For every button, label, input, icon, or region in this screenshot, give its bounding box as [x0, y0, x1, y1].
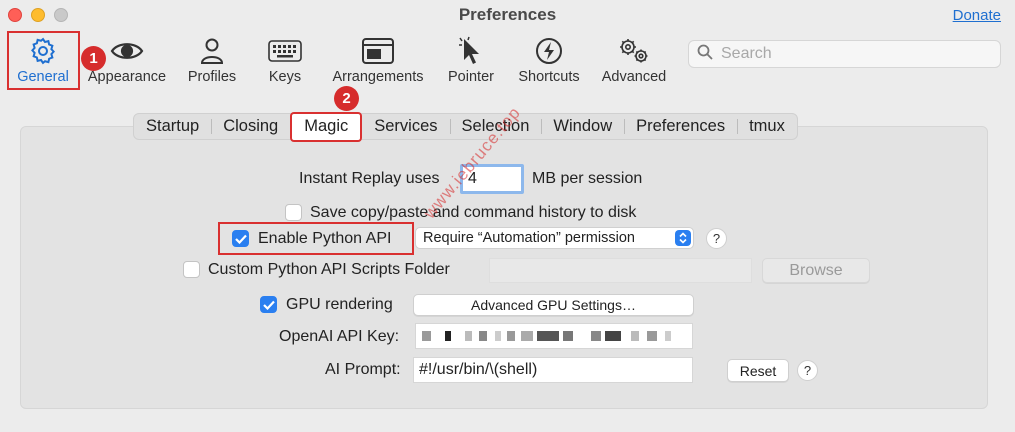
annotation-badge-2: 2: [334, 86, 359, 111]
toolbar-shortcuts[interactable]: Shortcuts: [514, 36, 584, 92]
python-api-help-button[interactable]: ?: [706, 228, 727, 249]
save-history-label: Save copy/paste and command history to d…: [310, 204, 637, 221]
tab-window[interactable]: Window: [541, 113, 624, 140]
toolbar-profiles[interactable]: Profiles: [183, 36, 241, 92]
save-history-checkbox[interactable]: [285, 204, 302, 221]
ai-prompt-label: AI Prompt:: [325, 361, 401, 378]
preference-tabs: Startup Closing Magic Services Selection…: [133, 111, 798, 142]
python-api-label: Enable Python API: [258, 230, 392, 247]
window-icon: [361, 36, 395, 66]
ai-prompt-input[interactable]: #!/usr/bin/\(shell): [413, 357, 693, 383]
toolbar-label: Shortcuts: [518, 69, 580, 85]
tab-closing[interactable]: Closing: [211, 113, 290, 140]
person-icon: [199, 36, 225, 66]
toolbar-advanced[interactable]: Advanced: [598, 36, 670, 92]
checkmark-icon: [234, 234, 247, 244]
chevron-up-down-icon: [675, 230, 691, 246]
keyboard-icon: [268, 36, 302, 66]
toolbar-label: Advanced: [601, 69, 667, 85]
tab-startup[interactable]: Startup: [134, 113, 211, 140]
donate-link[interactable]: Donate: [953, 7, 1001, 24]
openai-api-key-label: OpenAI API Key:: [279, 328, 400, 345]
reset-button[interactable]: Reset: [727, 359, 789, 382]
pointer-icon: [457, 36, 485, 66]
lightning-icon: [535, 36, 563, 66]
annotation-badge-1: 1: [81, 46, 106, 71]
toolbar-label: Profiles: [187, 69, 237, 85]
custom-scripts-label: Custom Python API Scripts Folder: [208, 261, 450, 278]
toolbar-label: Arrangements: [332, 69, 424, 85]
search-icon: [697, 44, 713, 65]
tab-tmux[interactable]: tmux: [737, 113, 797, 140]
toolbar-arrangements[interactable]: Arrangements: [329, 36, 427, 92]
window-title: Preferences: [458, 5, 557, 24]
eye-icon: [110, 36, 144, 66]
advanced-gpu-settings-button[interactable]: Advanced GPU Settings…: [413, 294, 694, 316]
toolbar-label: Keys: [268, 69, 302, 85]
toolbar-pointer[interactable]: Pointer: [444, 36, 498, 92]
python-api-permission-select[interactable]: Require “Automation” permission: [415, 227, 694, 249]
tab-services[interactable]: Services: [362, 113, 449, 140]
tab-magic[interactable]: Magic: [290, 111, 363, 142]
checkmark-icon: [262, 300, 275, 310]
toolbar-label: Appearance: [87, 69, 167, 85]
tab-preferences[interactable]: Preferences: [624, 113, 737, 140]
search-field[interactable]: [688, 40, 1001, 68]
browse-button[interactable]: Browse: [762, 258, 870, 283]
custom-scripts-checkbox[interactable]: [183, 261, 200, 278]
toolbar-keys[interactable]: Keys: [260, 36, 310, 92]
ai-prompt-help-button[interactable]: ?: [797, 360, 818, 381]
python-api-checkbox[interactable]: [232, 230, 249, 247]
gpu-rendering-checkbox[interactable]: [260, 296, 277, 313]
openai-api-key-field[interactable]: [415, 323, 693, 349]
gears-icon: [617, 36, 651, 66]
custom-scripts-path-field[interactable]: [489, 258, 752, 283]
gpu-rendering-label: GPU rendering: [286, 296, 393, 313]
toolbar-label: Pointer: [448, 69, 494, 85]
instant-replay-label: Instant Replay uses: [299, 170, 440, 187]
annotation-box-general: [7, 31, 80, 90]
permission-select-value: Require “Automation” permission: [423, 230, 635, 246]
search-input[interactable]: [721, 45, 991, 63]
instant-replay-unit: MB per session: [532, 170, 643, 187]
